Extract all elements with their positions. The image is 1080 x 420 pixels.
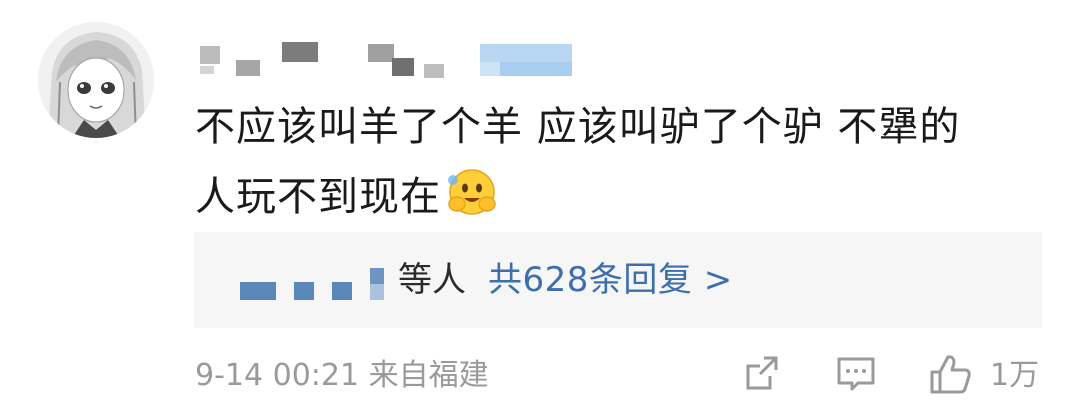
comment-body: 不应该叫羊了个羊 应该叫驴了个驴 不犟的 人玩不到现在 (195, 92, 1055, 232)
reply-authors-blurred (240, 268, 390, 302)
mosaic-block (500, 62, 572, 76)
hugging-face-emoji-icon (445, 166, 499, 220)
mosaic-block (240, 282, 276, 300)
mosaic-block (392, 58, 414, 76)
timestamp: 9-14 00:21 (195, 358, 360, 393)
share-icon[interactable] (742, 352, 782, 396)
like-count: 1万 (990, 358, 1040, 393)
mosaic-block (332, 282, 352, 300)
avatar-illustration (38, 22, 154, 138)
mosaic-block (480, 62, 500, 76)
reply-summary-box[interactable]: 等人 共628条回复 > (194, 232, 1042, 328)
comment-line-1: 不应该叫羊了个羊 应该叫驴了个驴 不犟的 (195, 104, 961, 150)
mosaic-block (480, 44, 572, 62)
mosaic-block (424, 64, 444, 78)
mosaic-block (200, 66, 214, 74)
mosaic-block (282, 42, 318, 62)
avatar[interactable] (38, 22, 154, 138)
mosaic-block (370, 284, 384, 300)
view-replies-link[interactable]: 共628条回复 > (488, 257, 733, 303)
comment-icon[interactable] (834, 352, 878, 396)
comment-meta: 9-14 00:21 来自福建 (195, 356, 489, 396)
mosaic-block (236, 60, 260, 76)
mosaic-block (200, 46, 220, 64)
reply-authors-suffix: 等人 (398, 260, 466, 300)
mosaic-block (368, 44, 394, 62)
thumbs-up-icon[interactable] (928, 352, 974, 396)
comment-line-2-text: 人玩不到现在 (195, 174, 441, 220)
mosaic-block (370, 268, 384, 284)
username-blurred[interactable] (196, 40, 586, 80)
comment-line-2: 人玩不到现在 (195, 162, 1055, 232)
location: 来自福建 (368, 358, 489, 393)
mosaic-block (294, 282, 314, 300)
